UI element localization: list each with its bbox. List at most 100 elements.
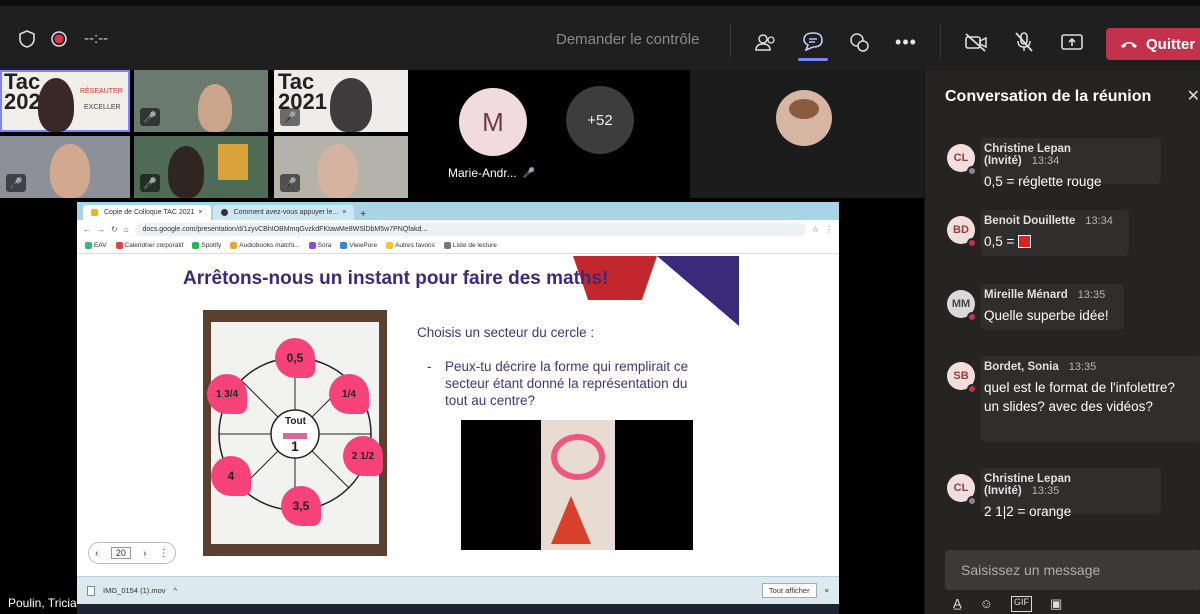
slide-decoration — [657, 256, 739, 326]
close-icon[interactable]: × — [342, 209, 346, 216]
hang-up-icon — [1120, 36, 1138, 53]
red-square-emoji — [1018, 235, 1032, 248]
participant-video — [38, 78, 74, 132]
message-bubble[interactable]: Christine Lepan (Invité) 13:35 2 1|2 = or… — [981, 468, 1161, 519]
home-icon[interactable]: ⌂ — [124, 225, 129, 234]
browser-tab[interactable]: Comment avez-vous appuyer le... × — [212, 205, 355, 220]
mic-off-icon[interactable] — [1010, 30, 1038, 54]
browser-tab[interactable]: Copie de Colloque TAC 2021 × — [83, 205, 211, 220]
forward-icon[interactable]: → — [97, 225, 105, 234]
meeting-timer: --:-- — [84, 30, 109, 47]
show-all-downloads-button[interactable]: Tout afficher — [761, 583, 817, 598]
slide-title: Arrêtons-nous un instant pour faire des … — [183, 268, 609, 289]
chevron-up-icon[interactable]: ^ — [174, 586, 178, 595]
message-bubble[interactable]: Christine Lepan (Invité) 13:34 0,5 = régl… — [981, 138, 1161, 189]
muted-icon: 🎤 — [280, 108, 300, 126]
bookmark[interactable]: Audiobooks matchi... — [230, 241, 300, 249]
new-tab-icon[interactable]: + — [356, 209, 370, 220]
fraction-circle-photo: Tout 1 0,5 1 3/4 1/4 2 1/2 4 3,5 — [203, 310, 387, 556]
shared-screen: Copie de Colloque TAC 2021 × Comment ave… — [77, 202, 839, 576]
message-bubble[interactable]: Mireille Ménard 13:35 Quelle superbe idée… — [981, 284, 1124, 330]
shield-icon — [16, 28, 38, 50]
bookmark[interactable]: ViewPure — [340, 241, 377, 249]
bookmark[interactable]: Autres favoris — [386, 241, 435, 249]
slide-navigator: ‹ 20 › ⋮ — [88, 542, 176, 564]
tac-logo: Tac 2021 — [278, 70, 327, 114]
heart-label: 0,5 — [275, 338, 315, 378]
embedded-video[interactable] — [461, 420, 693, 550]
bookmark[interactable]: Liste de lecture — [443, 241, 497, 249]
presence-icon — [967, 312, 977, 322]
download-file[interactable]: IMG_0154 (1).mov — [103, 586, 166, 595]
video-tile-marie[interactable]: M Marie-Andr... 🎤 — [414, 70, 554, 198]
more-icon[interactable]: ⋮ — [159, 548, 169, 559]
slide-number[interactable]: 20 — [110, 547, 131, 559]
message-text: 2 1|2 = orange — [984, 504, 1072, 519]
previous-slide-icon[interactable]: ‹ — [95, 548, 98, 559]
emoji-icon[interactable]: ☺ — [980, 596, 993, 612]
muted-icon: 🎤 — [140, 174, 160, 192]
presentation-slide: Arrêtons-nous un instant pour faire des … — [175, 256, 739, 576]
muted-icon: 🎤 — [6, 174, 26, 192]
more-options-icon[interactable]: ••• — [894, 30, 918, 54]
bookmark[interactable]: EAV — [85, 241, 107, 249]
chat-panel: Conversation de la réunion ✕ CL Christin… — [924, 70, 1200, 614]
video-tile[interactable]: 🎤 — [134, 136, 268, 198]
video-tile[interactable]: 🎤 — [134, 70, 268, 132]
muted-icon: 🎤 — [522, 167, 536, 179]
sticker-icon[interactable]: ▣ — [1050, 596, 1062, 612]
recording-icon — [48, 28, 70, 50]
tac-tag: RÉSEAUTER — [80, 88, 123, 95]
video-tile[interactable]: Tac 2021 🎤 — [274, 70, 408, 132]
presence-icon — [967, 384, 977, 394]
request-control-button[interactable]: Demander le contrôle — [556, 31, 699, 48]
video-hearts — [551, 434, 605, 480]
format-icon[interactable]: A̲ — [953, 596, 962, 612]
pencil-cup — [218, 144, 248, 180]
video-tile[interactable]: Tac 2021 RÉSEAUTER EXCELLER — [0, 70, 130, 132]
menu-icon[interactable]: ⋮ — [825, 225, 833, 234]
presence-icon — [967, 238, 977, 248]
gif-icon[interactable]: GIF — [1010, 596, 1032, 612]
rods-staircase — [551, 496, 591, 544]
next-slide-icon[interactable]: › — [143, 548, 146, 559]
video-tile[interactable]: 🎤 — [0, 136, 130, 198]
presence-icon — [967, 496, 977, 506]
close-icon[interactable]: × — [825, 586, 829, 595]
bookmarks-bar: EAV Calendrier corporatif Spotify Audiob… — [77, 238, 839, 254]
bookmark[interactable]: Calendrier corporatif — [115, 241, 183, 249]
back-icon[interactable]: ← — [83, 225, 91, 234]
close-icon[interactable]: ✕ — [1187, 86, 1200, 106]
share-screen-icon[interactable] — [1058, 30, 1086, 54]
message-input[interactable]: Saisissez un message — [945, 550, 1200, 590]
message-text: quel est le format de l'infolettre? un s… — [984, 380, 1175, 414]
center-value: 1 — [291, 438, 299, 454]
participant-name: Marie-Andr... 🎤 — [448, 166, 536, 180]
compose-toolbar: A̲ ☺ GIF ▣ — [953, 596, 1062, 612]
toolbar-divider — [940, 24, 941, 58]
center-label: Tout — [285, 416, 306, 427]
message-bubble[interactable]: Bordet, Sonia 13:35 quel est le format de… — [981, 356, 1200, 442]
slide-bullet: Peux-tu décrire la forme qui remplirait … — [445, 359, 689, 408]
video-tile[interactable]: 🎤 — [274, 136, 408, 198]
avatar: M — [459, 88, 527, 156]
self-view-tile[interactable] — [690, 70, 924, 198]
reactions-icon[interactable] — [846, 30, 872, 54]
reload-icon[interactable]: ↻ — [111, 225, 118, 234]
leave-button[interactable]: Quitter — [1106, 28, 1200, 60]
overflow-participants-button[interactable]: +52 — [566, 86, 634, 154]
message-bubble[interactable]: Benoit Douillette 13:34 0,5 = — [981, 210, 1129, 256]
participant-video — [50, 144, 90, 198]
message-text: 0,5 = — [984, 232, 1117, 251]
chat-icon[interactable] — [798, 28, 828, 54]
camera-off-icon[interactable] — [962, 30, 990, 54]
close-icon[interactable]: × — [198, 209, 202, 216]
url-field[interactable]: docs.google.com/presentation/d/1zyvCBhIO… — [134, 222, 806, 236]
bookmark[interactable]: Spotify — [192, 241, 221, 249]
address-bar-row: ← → ↻ ⌂ docs.google.com/presentation/d/1… — [77, 220, 839, 238]
bookmark[interactable]: Sora — [308, 241, 331, 249]
meeting-toolbar: --:-- Demander le contrôle ••• Quitter — [0, 0, 1200, 70]
star-icon[interactable]: ☆ — [812, 225, 819, 234]
slides-icon — [91, 209, 98, 216]
participants-icon[interactable] — [752, 30, 780, 54]
